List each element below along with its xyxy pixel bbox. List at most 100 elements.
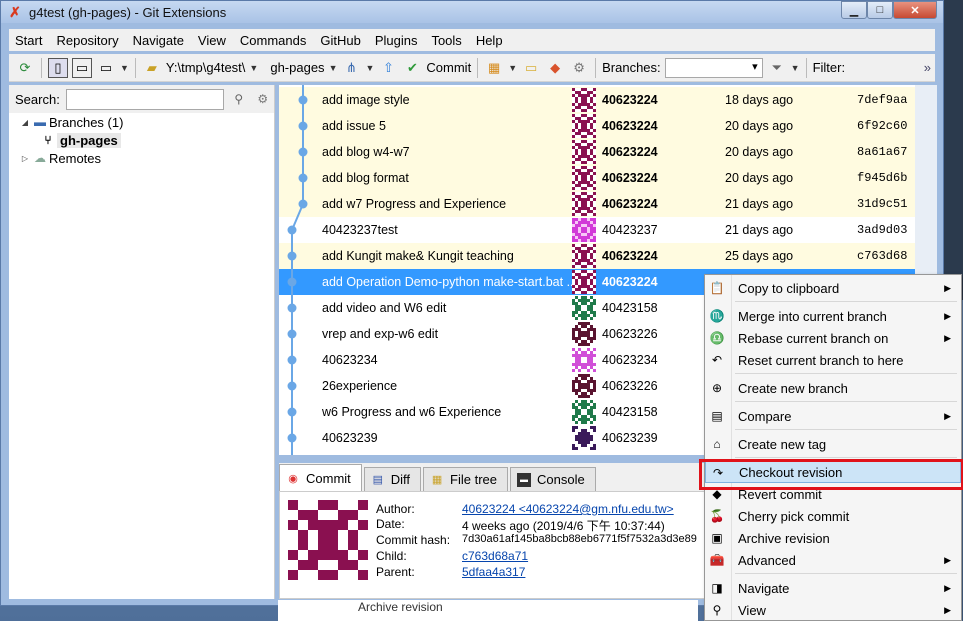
commit-details-panel: Author: 40623224 <40623224@gm.nfu.edu.tw…: [279, 491, 715, 599]
commit-row[interactable]: add w7 Progress and Experience 40623224 21…: [279, 191, 915, 217]
author-avatar-icon: [572, 218, 596, 242]
commit-author: 40623226: [602, 379, 658, 393]
commit-author: 40623224: [602, 171, 658, 185]
layout-left-icon[interactable]: ▯: [48, 57, 68, 78]
path-dropdown-icon[interactable]: ▼: [249, 63, 258, 73]
tab-diff[interactable]: ▤ Diff: [363, 467, 422, 491]
console-tab-icon: ▬: [517, 472, 532, 487]
tree-node-branches[interactable]: ◢ ▬ Branches (1): [9, 113, 274, 131]
commit-check-icon: ✔: [406, 59, 418, 75]
commit-row[interactable]: add blog format 40623224 20 days ago f945d6…: [279, 165, 915, 191]
menu-item-compare[interactable]: ▤ Compare ▶: [705, 405, 961, 427]
child-link[interactable]: c763d68a71: [462, 549, 528, 565]
tab-console[interactable]: ▬ Console: [510, 467, 596, 491]
menu-item-archive-revision[interactable]: ▣ Archive revision: [705, 527, 961, 549]
branches-icon[interactable]: ⋔: [341, 58, 361, 78]
author-avatar-icon: [572, 426, 596, 450]
tab-console-label: Console: [537, 472, 585, 487]
commit-row[interactable]: add issue 5 40623224 20 days ago 6f92c60: [279, 113, 915, 139]
commit-row[interactable]: add blog w4-w7 40623224 20 days ago 8a61a67: [279, 139, 915, 165]
collapsed-arrow-icon[interactable]: ▷: [19, 154, 31, 163]
settings-gear-icon[interactable]: ⚙: [569, 58, 589, 78]
menu-item-create-new-tag[interactable]: ⌂ Create new tag: [705, 433, 961, 455]
branches-filter-dropdown[interactable]: [664, 57, 763, 78]
file-tree-tab-icon: ▦: [431, 474, 443, 486]
filter-label: Filter:: [812, 60, 846, 75]
annotation-highlight-box: [699, 459, 963, 490]
toolbar-separator: [41, 57, 42, 78]
menu-start[interactable]: Start: [9, 33, 49, 48]
layout-dropdown-icon[interactable]: ▼: [120, 63, 129, 73]
tree-node-remotes[interactable]: ▷ ☁ Remotes: [9, 149, 274, 167]
layout-split-icon[interactable]: ▭: [72, 57, 92, 78]
title-bar[interactable]: ✗ g4test (gh-pages) - Git Extensions ▁ □…: [1, 1, 943, 23]
filter-funnel-icon[interactable]: ⏷: [767, 58, 787, 78]
branch-dropdown-icon[interactable]: ▼: [329, 63, 338, 73]
commit-row[interactable]: 40423237test 40423237 21 days ago 3ad9d03: [279, 217, 915, 243]
grid-scrollbar[interactable]: [915, 85, 937, 285]
repository-path[interactable]: Y:\tmp\g4test\: [166, 60, 246, 75]
menu-item-advanced[interactable]: 🧰 Advanced ▶: [705, 549, 961, 571]
search-icon[interactable]: ⚲: [230, 91, 248, 107]
filter-dropdown-icon[interactable]: ▼: [791, 63, 800, 73]
commit-message: add video and W6 edit: [322, 301, 447, 315]
commit-row[interactable]: add Kungit make& Kungit teaching 40623224…: [279, 243, 915, 269]
author-avatar-icon: [572, 374, 596, 398]
clipboard-icon: 📋: [709, 281, 725, 295]
author-avatar-icon: [572, 348, 596, 372]
branch-selector[interactable]: gh-pages: [270, 60, 324, 75]
menu-item-view[interactable]: ⚲ View ▶: [705, 599, 961, 621]
menu-item-label: Create new branch: [738, 380, 848, 396]
menu-help[interactable]: Help: [469, 33, 510, 48]
branches-dropdown-icon[interactable]: ▼: [365, 63, 374, 73]
menu-repository[interactable]: Repository: [49, 33, 125, 48]
menu-item-merge-into-current-branch[interactable]: ♏ Merge into current branch ▶: [705, 305, 961, 327]
repository-folder-icon[interactable]: ▰: [142, 58, 162, 78]
parent-link[interactable]: 5dfaa4a317: [462, 565, 525, 581]
tree-search-input[interactable]: [65, 88, 224, 110]
menu-item-reset-current-branch-to-here[interactable]: ↶ Reset current branch to here: [705, 349, 961, 371]
diff-tab-icon: ▤: [372, 474, 383, 486]
commit-author: 40623224: [602, 197, 658, 211]
current-branch-label: gh-pages: [57, 132, 121, 148]
minimize-button[interactable]: ▁: [841, 1, 867, 19]
commit-hash: f945d6b: [857, 171, 908, 185]
tab-commit[interactable]: ◉ Commit: [279, 464, 362, 491]
maximize-button[interactable]: □: [867, 1, 893, 19]
branches-node-label: Branches (1): [49, 114, 124, 130]
git-bash-icon[interactable]: ◆: [545, 58, 565, 78]
tree-node-current-branch[interactable]: ⑂ gh-pages: [9, 131, 274, 149]
commit-hash: 6f92c60: [857, 119, 908, 133]
detail-date-row: Date: 4 weeks ago (2019/4/6 下午 10:37:44): [376, 517, 665, 533]
author-avatar-icon: [572, 140, 596, 164]
menu-view[interactable]: View: [191, 33, 233, 48]
expanded-arrow-icon[interactable]: ◢: [19, 118, 31, 127]
layout-bottom-icon[interactable]: ▭: [96, 58, 116, 78]
folder-icon[interactable]: ▭: [521, 58, 541, 78]
close-button[interactable]: ✕: [893, 1, 937, 19]
commit-message: add blog w4-w7: [322, 145, 410, 159]
menu-commands[interactable]: Commands: [233, 33, 313, 48]
menu-plugins[interactable]: Plugins: [368, 33, 425, 48]
commit-author: 40623239: [602, 431, 658, 445]
author-link[interactable]: 40623224 <40623224@gm.nfu.edu.tw>: [462, 502, 674, 518]
stash-icon[interactable]: ▦: [484, 58, 504, 78]
cherry-icon: 🍒: [709, 509, 725, 523]
stash-dropdown-icon[interactable]: ▼: [508, 63, 517, 73]
menu-item-create-new-branch[interactable]: ⊕ Create new branch: [705, 377, 961, 399]
commit-button[interactable]: Commit: [426, 60, 471, 75]
tree-settings-gear-icon[interactable]: ⚙: [254, 91, 272, 107]
menu-tools[interactable]: Tools: [424, 33, 468, 48]
menu-item-rebase-current-branch-on[interactable]: ♎ Rebase current branch on ▶: [705, 327, 961, 349]
submenu-arrow-icon: ▶: [944, 310, 951, 321]
menu-navigate[interactable]: Navigate: [126, 33, 191, 48]
menu-item-cherry-pick-commit[interactable]: 🍒 Cherry pick commit: [705, 505, 961, 527]
menu-github[interactable]: GitHub: [313, 33, 367, 48]
menu-item-copy-to-clipboard[interactable]: 📋 Copy to clipboard ▶: [705, 277, 961, 299]
commit-row[interactable]: add image style 40623224 18 days ago 7def9a…: [279, 87, 915, 113]
refresh-icon[interactable]: ⟳: [15, 58, 35, 78]
toolbar-overflow-icon[interactable]: »: [924, 60, 931, 75]
menu-item-navigate[interactable]: ◨ Navigate ▶: [705, 577, 961, 599]
tab-file-tree[interactable]: ▦ File tree: [423, 467, 509, 491]
push-icon[interactable]: ⇧: [378, 58, 398, 78]
